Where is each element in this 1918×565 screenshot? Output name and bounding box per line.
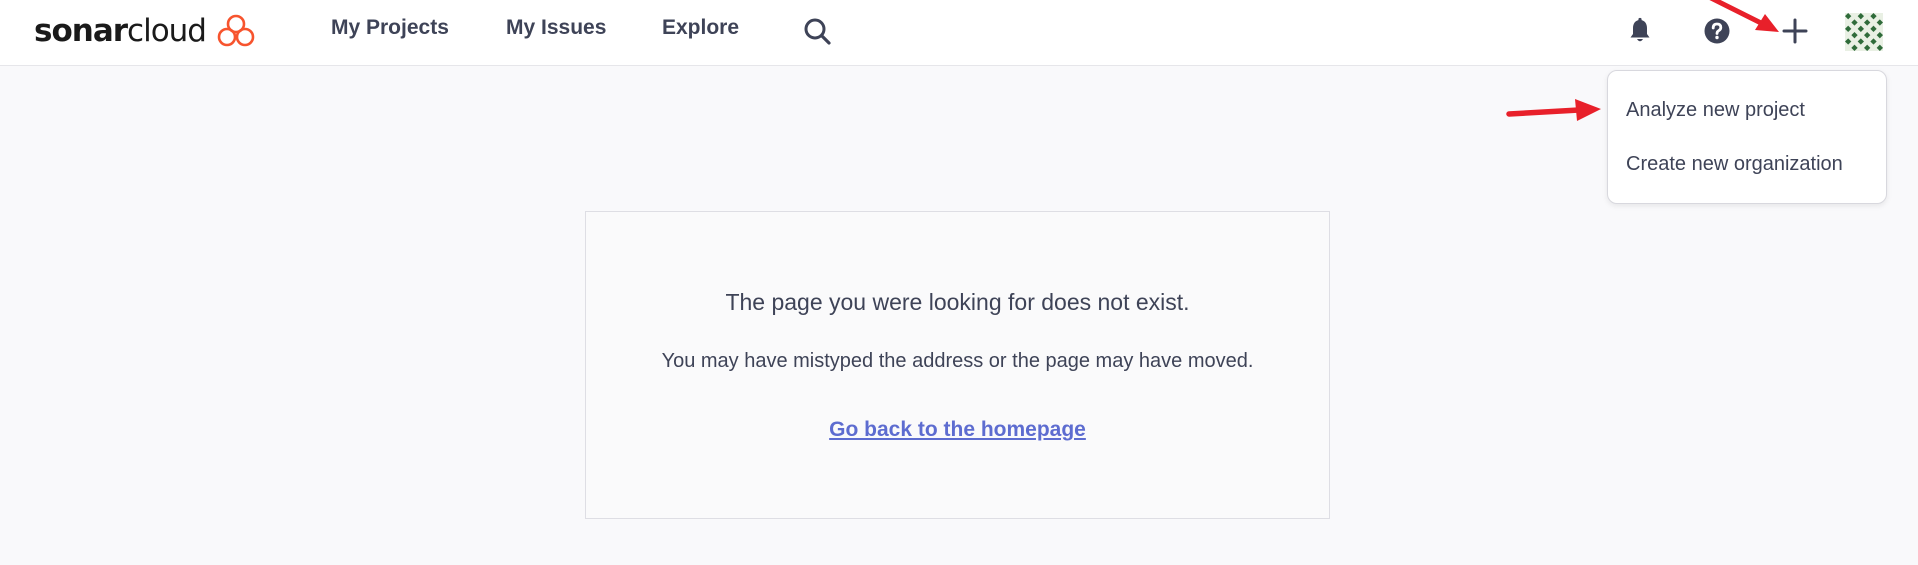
search-button[interactable] — [800, 14, 834, 48]
nav-my-projects[interactable]: My Projects — [331, 15, 449, 41]
notifications-button[interactable] — [1622, 13, 1658, 49]
bell-icon — [1630, 17, 1650, 42]
search-icon — [804, 18, 831, 45]
not-found-message: You may have mistyped the address or the… — [661, 350, 1254, 372]
nav-explore[interactable]: Explore — [662, 15, 739, 41]
homepage-link-wrapper: Go back to the homepage — [586, 416, 1329, 444]
top-navigation-bar: sonarcloud My Projects My Issues Explore — [0, 0, 1918, 66]
go-back-homepage-link[interactable]: Go back to the homepage — [829, 418, 1086, 441]
annotation-arrow-to-add-icon — [1709, 0, 1779, 32]
menu-item-analyze-new-project[interactable]: Analyze new project — [1626, 97, 1805, 123]
user-avatar[interactable] — [1845, 13, 1883, 51]
not-found-card: The page you were looking for does not e… — [585, 211, 1330, 519]
create-dropdown-menu: Analyze new project Create new organizat… — [1607, 70, 1887, 204]
nav-my-issues[interactable]: My Issues — [506, 15, 606, 41]
annotation-arrow-to-analyze-item — [1506, 99, 1601, 121]
not-found-title: The page you were looking for does not e… — [725, 289, 1190, 315]
avatar-icon — [1845, 13, 1883, 51]
logo-wordmark: sonarcloud — [34, 13, 207, 49]
menu-item-create-new-organization[interactable]: Create new organization — [1626, 151, 1843, 177]
cloud-logo-icon — [217, 14, 255, 47]
sonarcloud-logo[interactable]: sonarcloud — [34, 12, 256, 50]
